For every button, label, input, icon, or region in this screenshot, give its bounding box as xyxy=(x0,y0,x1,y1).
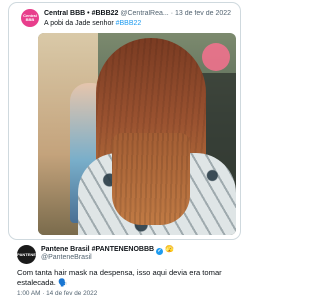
quoted-hashtag-link[interactable]: #BBB22 xyxy=(116,20,142,27)
main-display-name[interactable]: Pantene Brasil #PANTENENOBBB xyxy=(41,246,154,253)
tweet-timestamp[interactable]: 1:00 AM · 14 de fev de 2022 xyxy=(17,290,97,297)
profile-emoji-badge: 🫣 xyxy=(164,246,174,253)
verified-badge-icon: ✓ xyxy=(156,248,164,255)
photo-hair-ends xyxy=(112,133,190,225)
main-tweet-header: PANTENE Pantene Brasil #PANTENENOBBB ✓ 🫣… xyxy=(17,243,245,265)
quoted-separator: · xyxy=(170,10,174,17)
quoted-tweet-header: Central BBB Central BBB • #BBB22 @Centra… xyxy=(13,6,236,28)
quoted-tweet-photo[interactable] xyxy=(38,33,236,235)
main-tweet-text: Com tanta hair mask na despensa, isso aq… xyxy=(17,268,222,287)
photo-background-logo xyxy=(202,43,230,71)
quoted-display-name[interactable]: Central BBB • #BBB22 xyxy=(44,10,118,17)
quoted-date[interactable]: 13 de fev de 2022 xyxy=(175,10,231,17)
quoted-avatar[interactable]: Central BBB xyxy=(21,9,39,27)
quoted-tweet-card[interactable]: Central BBB Central BBB • #BBB22 @Centra… xyxy=(8,2,241,240)
quoted-tweet-text: A pobi da Jade senhor #BBB22 xyxy=(44,20,236,27)
quoted-text-body: A pobi da Jade senhor xyxy=(44,20,116,27)
main-avatar[interactable]: PANTENE xyxy=(17,245,36,264)
quoted-author-line: Central BBB • #BBB22 @CentralRea... · 13… xyxy=(44,10,236,17)
quoted-handle[interactable]: @CentralRea... xyxy=(120,10,168,17)
main-handle[interactable]: @PanteneBrasil xyxy=(41,254,92,261)
